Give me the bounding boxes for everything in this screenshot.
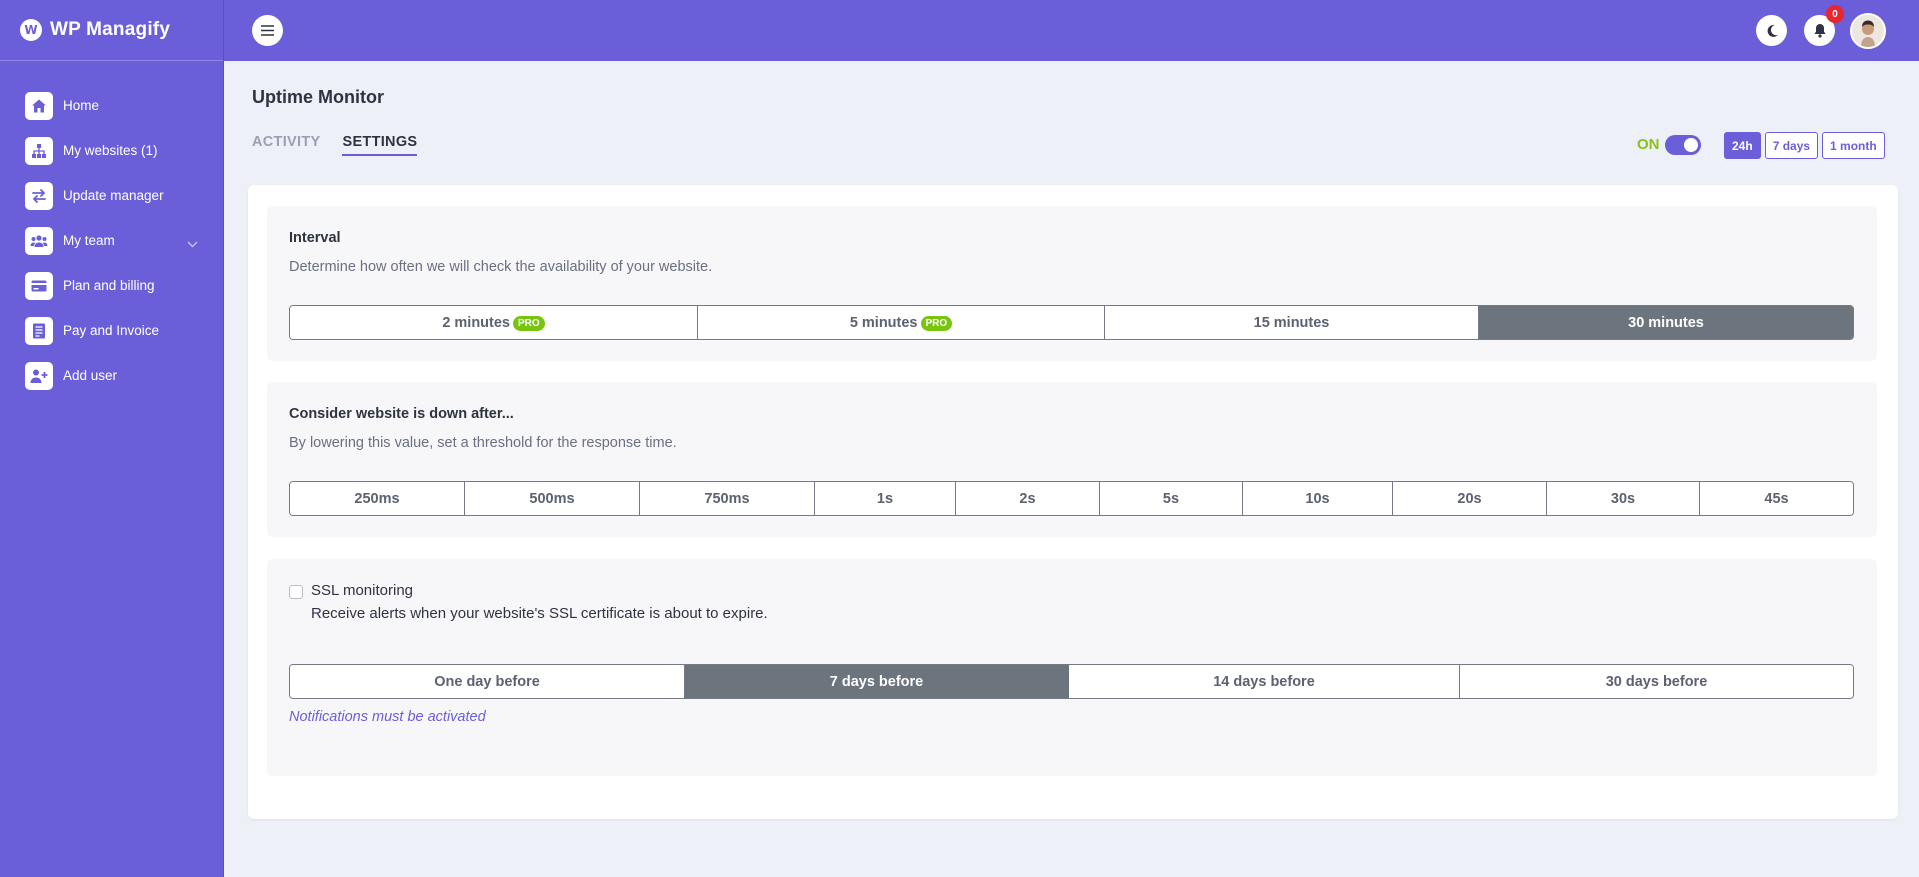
monitor-status-label: ON [1637,136,1660,153]
interval-selector: 2 minutes PRO 5 minutes PRO 15 minutes 3… [289,305,1854,340]
threshold-option[interactable]: 2s [956,482,1100,515]
sidebar-item-update-manager[interactable]: Update manager [0,173,223,218]
threshold-option[interactable]: 5s [1100,482,1243,515]
ssl-one-day-before-option[interactable]: One day before [290,665,685,698]
credit-card-icon [25,271,53,300]
settings-card: Interval Determine how often we will che… [248,185,1898,819]
ssl-monitoring-checkbox[interactable] [289,585,303,599]
ssl-description: Receive alerts when your website's SSL c… [311,605,768,622]
ssl-7-days-before-option[interactable]: 7 days before [685,665,1069,698]
sidebar-item-label: Update manager [63,188,164,203]
pro-badge: PRO [513,316,545,331]
sidebar-item-label: My websites (1) [63,143,158,158]
menu-toggle-button[interactable] [252,15,283,46]
sidebar-item-add-user[interactable]: Add user [0,353,223,398]
brand-name: WP Managify [50,19,171,40]
topbar: 0 [224,0,1919,61]
threshold-option[interactable]: 30s [1547,482,1700,515]
sidebar-item-label: Plan and billing [63,278,155,293]
ssl-30-days-before-option[interactable]: 30 days before [1460,665,1853,698]
hamburger-icon [261,25,274,36]
option-label: 15 minutes [1253,314,1330,331]
threshold-option[interactable]: 1s [815,482,956,515]
sidebar-nav: Home My websites (1) Update manager My t… [0,61,223,398]
dark-mode-button[interactable] [1756,15,1787,46]
threshold-option[interactable]: 750ms [640,482,815,515]
range-1-month-button[interactable]: 1 month [1822,132,1885,159]
notification-count-badge: 0 [1826,5,1844,23]
sidebar-item-label: Home [63,98,100,113]
users-icon [25,226,53,255]
sidebar-item-label: Pay and Invoice [63,323,160,338]
interval-5-minutes-option[interactable]: 5 minutes PRO [698,306,1105,339]
time-range-group: 24h 7 days 1 month [1724,132,1885,159]
range-24h-button[interactable]: 24h [1724,132,1761,159]
sidebar-item-label: My team [63,233,115,248]
tab-activity[interactable]: ACTIVITY [252,134,320,156]
notifications-note: Notifications must be activated [289,709,486,725]
chevron-down-icon[interactable] [187,235,198,253]
sitemap-icon [25,136,53,165]
threshold-panel: Consider website is down after... By low… [267,382,1877,537]
ssl-14-days-before-option[interactable]: 14 days before [1069,665,1460,698]
bell-icon [1814,24,1825,38]
sidebar-item-home[interactable]: Home [0,83,223,128]
interval-2-minutes-option[interactable]: 2 minutes PRO [290,306,698,339]
moon-icon [1767,24,1778,37]
pro-badge: PRO [920,316,953,331]
interval-panel: Interval Determine how often we will che… [267,206,1877,361]
threshold-title: Consider website is down after... [289,406,514,422]
range-7-days-button[interactable]: 7 days [1764,132,1819,159]
sidebar-item-my-team[interactable]: My team [0,218,223,263]
page-title: Uptime Monitor [252,87,384,107]
home-icon [25,91,53,120]
user-avatar[interactable] [1850,13,1886,49]
interval-title: Interval [289,230,341,246]
threshold-option[interactable]: 10s [1243,482,1393,515]
option-label: 30 minutes [1628,314,1704,331]
invoice-icon [25,316,53,345]
sidebar-item-label: Add user [63,368,118,383]
ssl-alert-selector: One day before 7 days before 14 days bef… [289,664,1854,699]
arrows-exchange-icon [25,181,53,210]
threshold-selector: 250ms 500ms 750ms 1s 2s 5s 10s 20s 30s 4… [289,481,1854,516]
threshold-option[interactable]: 20s [1393,482,1547,515]
ssl-monitoring-label[interactable]: SSL monitoring [311,582,413,599]
user-plus-icon [25,361,53,390]
interval-30-minutes-option[interactable]: 30 minutes [1479,306,1853,339]
tabs: ACTIVITY SETTINGS [252,134,418,156]
sidebar: W WP Managify Home My websites (1) Updat… [0,0,224,877]
tab-settings[interactable]: SETTINGS [342,134,418,156]
option-label: 5 minutes [849,314,918,331]
threshold-option[interactable]: 45s [1700,482,1853,515]
threshold-description: By lowering this value, set a threshold … [289,435,677,451]
sidebar-item-my-websites[interactable]: My websites (1) [0,128,223,173]
ssl-panel: SSL monitoring Receive alerts when your … [267,559,1877,776]
interval-description: Determine how often we will check the av… [289,259,713,275]
sidebar-item-plan-and-billing[interactable]: Plan and billing [0,263,223,308]
threshold-option[interactable]: 250ms [290,482,465,515]
option-label: 2 minutes [442,314,510,331]
threshold-option[interactable]: 500ms [465,482,640,515]
brand-logo-icon: W [20,19,42,41]
monitor-toggle[interactable] [1665,135,1701,155]
interval-15-minutes-option[interactable]: 15 minutes [1105,306,1479,339]
brand[interactable]: W WP Managify [0,0,223,61]
sidebar-item-pay-and-invoice[interactable]: Pay and Invoice [0,308,223,353]
toggle-knob [1684,138,1698,152]
